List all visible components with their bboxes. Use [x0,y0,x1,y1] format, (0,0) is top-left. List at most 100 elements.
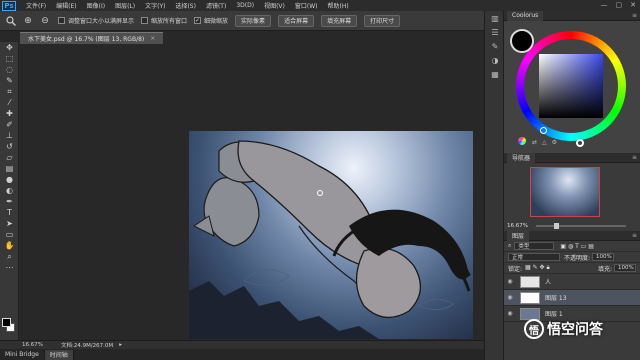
type-tool-icon[interactable]: T [0,207,19,218]
canvas-area[interactable] [20,44,484,340]
filter-icons[interactable]: ▣ ◍ T ▭ ▤ [560,243,594,250]
tab-timeline[interactable]: 时间轴 [44,349,74,360]
current-color-indicator[interactable] [510,29,534,53]
checkbox-label: 调整窗口大小以满屏显示 [68,18,135,25]
fill-screen-button[interactable]: 填充屏幕 [321,14,358,27]
history-panel-icon[interactable]: ▥ [485,11,505,25]
eyedropper-tool-icon[interactable]: ⁄ [0,97,19,108]
marquee-tool-icon[interactable]: ⬚ [0,53,19,64]
menu-view[interactable]: 视图(V) [264,1,285,10]
brush-panel-icon[interactable]: ✎ [485,39,505,53]
zoom-tool-icon[interactable]: ⌕ [0,251,19,262]
blur-tool-icon[interactable]: ● [0,174,19,185]
menu-type[interactable]: 文字(Y) [145,1,165,10]
tab-navigator[interactable]: 导航器 [507,152,536,163]
layer-thumbnail [520,291,540,304]
menu-help[interactable]: 帮助(H) [328,1,349,10]
close-button[interactable]: ✕ [630,1,636,9]
menu-window[interactable]: 窗口(W) [295,1,318,10]
path-select-icon[interactable]: ➤ [0,218,19,229]
layer-item-selected[interactable]: ◉ 图层 13 [504,290,640,306]
fit-screen-button[interactable]: 适合屏幕 [278,14,315,27]
layer-name: 图层 13 [545,295,567,302]
lasso-tool-icon[interactable]: ◌ [0,64,19,75]
triangle-icon[interactable]: △ [542,139,547,146]
minimize-button[interactable]: — [601,1,608,9]
print-size-button[interactable]: 打印尺寸 [364,14,401,27]
swatches-panel-icon[interactable]: ▦ [485,67,505,81]
checkbox-box[interactable] [58,17,65,24]
menu-select[interactable]: 选择(S) [175,1,196,10]
properties-panel-icon[interactable]: ☰ [485,25,505,39]
menu-image[interactable]: 图像(I) [87,1,105,10]
resize-windows-checkbox[interactable]: 调整窗口大小以满屏显示 [58,16,134,25]
close-tab-icon[interactable]: × [150,35,155,42]
checkbox-box[interactable] [141,17,149,24]
brush-tool-icon[interactable]: ✐ [0,119,19,130]
zoom-level[interactable]: 16.67% [22,342,43,348]
fill-input[interactable]: 100% [614,264,636,272]
swap-icon[interactable]: ⇄ [532,139,537,146]
settings-icon[interactable]: ⚙ [552,139,557,146]
tab-coolorus[interactable]: Coolorus [507,10,544,21]
visibility-eye-icon[interactable]: ◉ [504,310,516,317]
lock-icons[interactable]: ▦ ✎ ✥ 🔒︎ [525,264,550,272]
hand-tool-icon[interactable]: ✋ [0,240,19,251]
opacity-input[interactable]: 100% [592,253,615,261]
history-brush-icon[interactable]: ↺ [0,141,19,152]
menu-filter[interactable]: 滤镜(T) [206,1,226,10]
color-mode-icon[interactable] [518,137,526,145]
color-picker-marker[interactable] [540,127,547,134]
adjustments-panel-icon[interactable]: ◑ [485,53,505,67]
saturation-value-square[interactable] [539,54,603,118]
menu-3d[interactable]: 3D(D) [236,2,254,9]
checkmark-icon[interactable]: ✓ [194,17,202,24]
menu-file[interactable]: 文件(F) [26,1,46,10]
dodge-tool-icon[interactable]: ◐ [0,185,19,196]
pen-tool-icon[interactable]: ✒ [0,196,19,207]
layer-item[interactable]: ◉ 人 [504,274,640,290]
gradient-tool-icon[interactable]: ▤ [0,163,19,174]
artwork-canvas[interactable] [189,131,473,339]
move-tool-icon[interactable]: ✥ [0,42,19,53]
panel-menu-icon[interactable]: ≡ [632,154,637,161]
zoom-tool-icon[interactable] [5,15,17,27]
layers-panel-header: 图层 ≡ [504,230,640,241]
visibility-eye-icon[interactable]: ◉ [504,278,516,285]
slider-knob[interactable] [553,223,559,229]
visibility-eye-icon[interactable]: ◉ [504,294,516,301]
foreground-color-swatch[interactable] [2,318,11,327]
zoom-all-windows-checkbox[interactable]: 缩放所有窗口 [141,16,187,25]
shape-tool-icon[interactable]: ▭ [0,229,19,240]
filter-kind-select[interactable]: 类型 [514,242,555,250]
menu-layer[interactable]: 图层(L) [115,1,135,10]
panel-menu-icon[interactable]: ≡ [632,12,637,19]
healing-brush-icon[interactable]: ✚ [0,108,19,119]
watermark-text: 悟空问答 [547,322,603,338]
navigator-panel-header: 导航器 ≡ [504,152,640,163]
eraser-tool-icon[interactable]: ▱ [0,152,19,163]
panel-menu-icon[interactable]: ≡ [632,232,637,239]
tab-layers[interactable]: 图层 [507,230,530,241]
more-tools-icon[interactable]: ⋯ [0,262,19,273]
hue-marker[interactable] [576,139,584,147]
blend-mode-select[interactable]: 正常 [508,253,560,261]
navigator-zoom-slider[interactable] [535,223,626,229]
tab-mini-bridge[interactable]: Mini Bridge [0,349,45,360]
maximize-button[interactable]: ▢ [616,1,623,9]
coolorus-color-wheel-panel: ⇄ △ ⚙ [504,21,640,153]
quick-select-tool-icon[interactable]: ✎ [0,75,19,86]
navigator-thumbnail[interactable] [530,167,600,217]
menu-edit[interactable]: 编辑(E) [56,1,76,10]
zoom-out-icon[interactable]: ⊖ [39,15,51,27]
zoom-in-icon[interactable]: ⊕ [22,15,34,27]
layer-thumbnail [520,307,540,320]
hue-ring[interactable] [516,31,626,141]
crop-tool-icon[interactable]: ⌗ [0,86,19,97]
navigator-zoom-value[interactable]: 16.67% [507,223,528,229]
clone-stamp-icon[interactable]: ⊥ [0,130,19,141]
status-menu-arrow-icon[interactable]: ▸ [119,342,122,348]
document-tab[interactable]: 水下美女.psd @ 16.7% (图层 13, RGB/8) × [20,32,164,44]
actual-pixels-button[interactable]: 实际像素 [235,14,272,27]
scrubby-zoom-checkbox[interactable]: ✓ 细微缩放 [194,16,228,25]
